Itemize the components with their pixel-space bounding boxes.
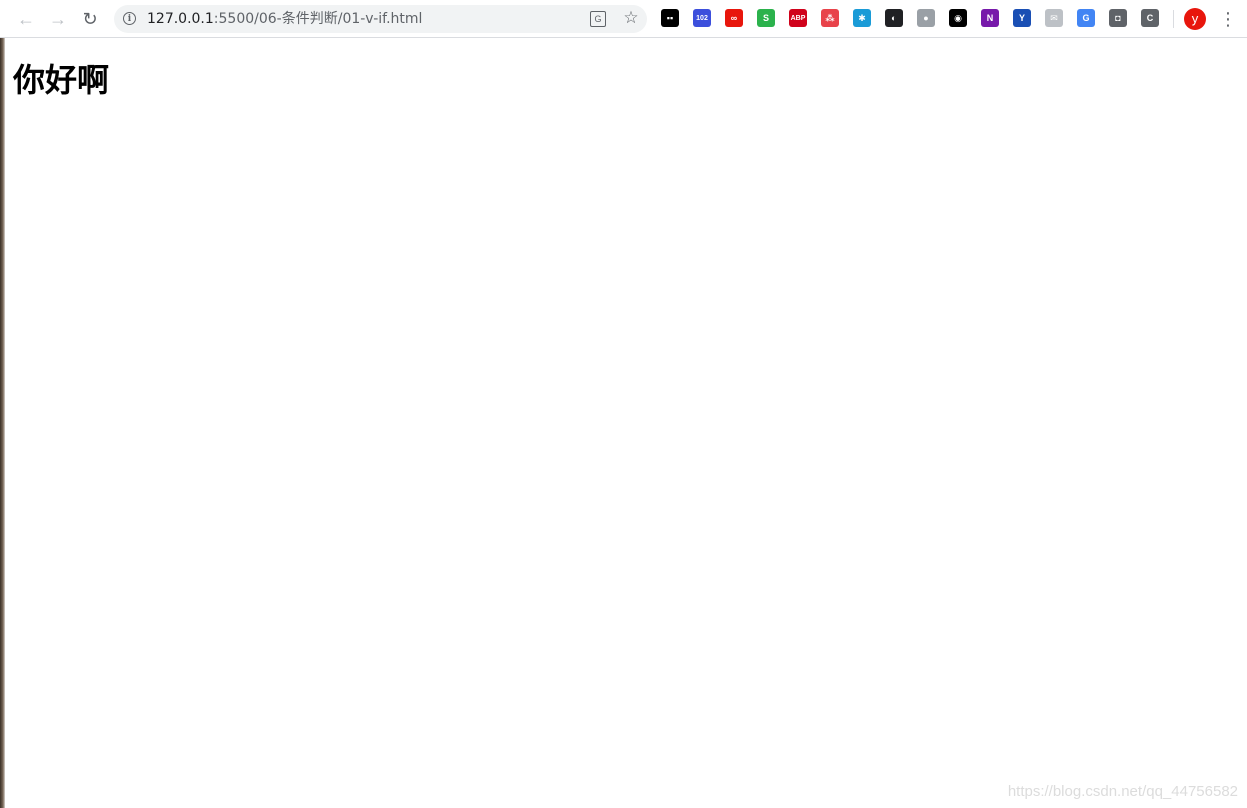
site-info-icon[interactable]: i: [123, 12, 136, 25]
arrow-left-icon: ←: [17, 9, 35, 29]
browser-toolbar: ← → ↻ i 127.0.0.1:5500/06-条件判断/01-v-if.h…: [0, 0, 1247, 38]
watermark: https://blog.csdn.net/qq_44756582: [1007, 783, 1238, 800]
address-bar[interactable]: i 127.0.0.1:5500/06-条件判断/01-v-if.html G …: [114, 5, 647, 33]
url-path: :5500/06-条件判断/01-v-if.html: [213, 11, 423, 27]
tampermonkey-icon[interactable]: ▪▪: [661, 9, 679, 27]
arrow-right-icon: →: [49, 9, 67, 29]
back-button[interactable]: ←: [14, 7, 38, 31]
ci-extension-icon[interactable]: C: [1141, 9, 1159, 27]
puzzle-extension-icon[interactable]: ●: [917, 9, 935, 27]
reload-icon: ↻: [82, 9, 98, 29]
toolbar-divider: [1173, 10, 1174, 28]
page-heading: 你好啊: [13, 61, 110, 99]
browser-menu-button[interactable]: ⋮: [1219, 7, 1237, 31]
dark-reader-icon[interactable]: ◐: [885, 9, 903, 27]
translate-page-icon[interactable]: G: [590, 11, 606, 27]
mail-counter-icon[interactable]: 102: [693, 9, 711, 27]
profile-avatar[interactable]: y: [1184, 8, 1206, 30]
url-text[interactable]: 127.0.0.1:5500/06-条件判断/01-v-if.html: [147, 11, 422, 27]
tree-extension-icon[interactable]: ⁂: [821, 9, 839, 27]
forward-button[interactable]: →: [46, 7, 70, 31]
s-extension-icon[interactable]: S: [757, 9, 775, 27]
url-host: 127.0.0.1: [147, 11, 214, 27]
infinity-icon[interactable]: ∞: [725, 9, 743, 27]
reload-button[interactable]: ↻: [78, 7, 102, 31]
onenote-icon[interactable]: N: [981, 9, 999, 27]
asterisk-icon[interactable]: ✱: [853, 9, 871, 27]
bookmark-star-icon[interactable]: ☆: [621, 8, 641, 28]
google-translate-icon[interactable]: G: [1077, 9, 1095, 27]
mail-disabled-icon[interactable]: ✉: [1045, 9, 1063, 27]
page-content: 你好啊: [5, 38, 1247, 808]
adblock-icon[interactable]: ABP: [789, 9, 807, 27]
ring-extension-icon[interactable]: ◉: [949, 9, 967, 27]
bulb-extension-icon[interactable]: ◘: [1109, 9, 1127, 27]
y-extension-icon[interactable]: Y: [1013, 9, 1031, 27]
